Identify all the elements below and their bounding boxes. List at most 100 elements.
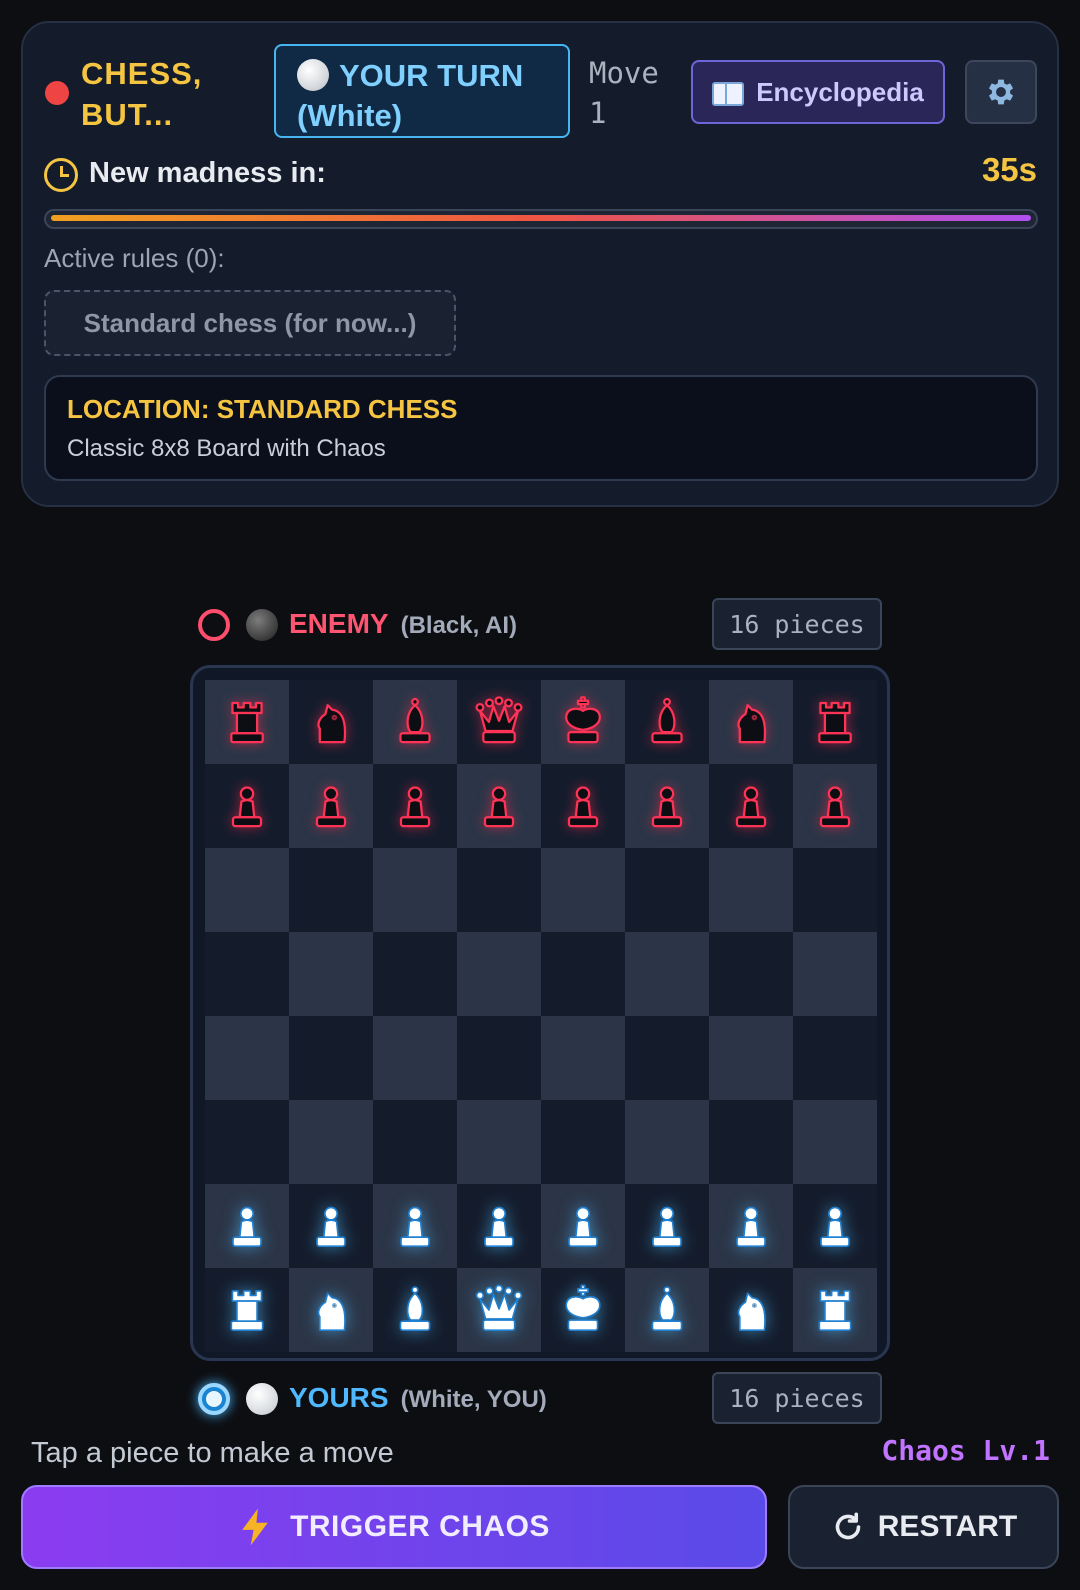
rule-chip: Standard chess (for now...) bbox=[44, 290, 456, 356]
board-square[interactable] bbox=[793, 1184, 877, 1268]
player-bishop-icon[interactable] bbox=[639, 1282, 695, 1338]
board-square[interactable] bbox=[709, 1268, 793, 1352]
move-hint: Tap a piece to make a move bbox=[31, 1437, 394, 1469]
chess-board-frame bbox=[190, 665, 890, 1361]
board-square[interactable] bbox=[205, 680, 289, 764]
board-square[interactable] bbox=[541, 1016, 625, 1100]
board-square[interactable] bbox=[793, 1100, 877, 1184]
board-square[interactable] bbox=[793, 1016, 877, 1100]
board-square[interactable] bbox=[709, 764, 793, 848]
trigger-chaos-button[interactable]: TRIGGER CHAOS bbox=[21, 1485, 767, 1569]
board-square[interactable] bbox=[289, 1268, 373, 1352]
move-label: Move bbox=[589, 56, 659, 90]
board-square[interactable] bbox=[709, 932, 793, 1016]
board-square[interactable] bbox=[373, 848, 457, 932]
board-square[interactable] bbox=[541, 848, 625, 932]
player-king-icon[interactable] bbox=[555, 1282, 611, 1338]
board-square[interactable] bbox=[625, 680, 709, 764]
player-knight-icon[interactable] bbox=[723, 1282, 779, 1338]
board-square[interactable] bbox=[205, 764, 289, 848]
board-square[interactable] bbox=[457, 848, 541, 932]
madness-timer-label: New madness in: bbox=[89, 157, 326, 189]
board-square[interactable] bbox=[205, 1268, 289, 1352]
board-square[interactable] bbox=[541, 1184, 625, 1268]
board-square[interactable] bbox=[373, 1100, 457, 1184]
board-square[interactable] bbox=[541, 1100, 625, 1184]
player-pawn-icon[interactable] bbox=[555, 1198, 611, 1254]
board-square[interactable] bbox=[793, 764, 877, 848]
board-square[interactable] bbox=[625, 764, 709, 848]
board-square[interactable] bbox=[457, 1184, 541, 1268]
board-square[interactable] bbox=[541, 932, 625, 1016]
player-pawn-icon[interactable] bbox=[639, 1198, 695, 1254]
board-square[interactable] bbox=[793, 932, 877, 1016]
board-square[interactable] bbox=[205, 1184, 289, 1268]
board-square[interactable] bbox=[457, 1268, 541, 1352]
enemy-bishop-icon bbox=[399, 697, 431, 744]
board-square[interactable] bbox=[709, 848, 793, 932]
board-square[interactable] bbox=[205, 932, 289, 1016]
board-square[interactable] bbox=[289, 764, 373, 848]
board-square[interactable] bbox=[709, 1016, 793, 1100]
chess-board[interactable] bbox=[205, 680, 877, 1352]
board-square[interactable] bbox=[793, 848, 877, 932]
board-square[interactable] bbox=[205, 1016, 289, 1100]
player-pawn-icon[interactable] bbox=[387, 1198, 443, 1254]
player-pawn-icon[interactable] bbox=[723, 1198, 779, 1254]
player-pawn-icon[interactable] bbox=[807, 1198, 863, 1254]
enemy-name-label: ENEMY bbox=[289, 608, 389, 639]
board-square[interactable] bbox=[625, 932, 709, 1016]
player-bishop-icon[interactable] bbox=[387, 1282, 443, 1338]
board-square[interactable] bbox=[457, 764, 541, 848]
board-square[interactable] bbox=[541, 1268, 625, 1352]
board-square[interactable] bbox=[541, 764, 625, 848]
board-square[interactable] bbox=[457, 680, 541, 764]
enemy-pawn-icon bbox=[819, 786, 851, 828]
board-square[interactable] bbox=[373, 1184, 457, 1268]
enemy-piece-count: 16 pieces bbox=[712, 598, 882, 650]
board-square[interactable] bbox=[373, 1268, 457, 1352]
board-square[interactable] bbox=[373, 932, 457, 1016]
white-disc-icon bbox=[246, 1383, 278, 1415]
board-square[interactable] bbox=[625, 1016, 709, 1100]
board-square[interactable] bbox=[289, 1100, 373, 1184]
board-square[interactable] bbox=[709, 1184, 793, 1268]
board-square[interactable] bbox=[793, 1268, 877, 1352]
board-square[interactable] bbox=[289, 680, 373, 764]
board-square[interactable] bbox=[289, 932, 373, 1016]
board-square[interactable] bbox=[457, 1016, 541, 1100]
board-square[interactable] bbox=[289, 848, 373, 932]
board-square[interactable] bbox=[457, 1100, 541, 1184]
enemy-pawn-icon bbox=[735, 786, 767, 828]
enemy-pawn-icon bbox=[651, 786, 683, 828]
board-square[interactable] bbox=[541, 680, 625, 764]
board-square[interactable] bbox=[373, 1016, 457, 1100]
board-square[interactable] bbox=[793, 680, 877, 764]
board-square[interactable] bbox=[625, 1268, 709, 1352]
settings-button[interactable] bbox=[965, 60, 1037, 124]
player-pawn-icon[interactable] bbox=[219, 1198, 275, 1254]
player-rook-icon[interactable] bbox=[219, 1282, 275, 1338]
player-knight-icon[interactable] bbox=[303, 1282, 359, 1338]
board-square[interactable] bbox=[709, 1100, 793, 1184]
encyclopedia-button[interactable]: Encyclopedia bbox=[691, 60, 945, 124]
board-square[interactable] bbox=[289, 1016, 373, 1100]
board-square[interactable] bbox=[625, 1184, 709, 1268]
board-square[interactable] bbox=[457, 932, 541, 1016]
player-pawn-icon[interactable] bbox=[303, 1198, 359, 1254]
board-square[interactable] bbox=[373, 764, 457, 848]
enemy-pawn-icon bbox=[231, 786, 263, 828]
board-square[interactable] bbox=[289, 1184, 373, 1268]
board-square[interactable] bbox=[205, 1100, 289, 1184]
board-square[interactable] bbox=[373, 680, 457, 764]
board-square[interactable] bbox=[625, 1100, 709, 1184]
player-queen-icon[interactable] bbox=[471, 1282, 527, 1338]
enemy-name: ENEMY (Black, AI) bbox=[289, 608, 517, 640]
restart-button[interactable]: RESTART bbox=[788, 1485, 1059, 1569]
board-square[interactable] bbox=[625, 848, 709, 932]
player-rook-icon[interactable] bbox=[807, 1282, 863, 1338]
enemy-king-icon bbox=[565, 696, 601, 744]
board-square[interactable] bbox=[205, 848, 289, 932]
board-square[interactable] bbox=[709, 680, 793, 764]
player-pawn-icon[interactable] bbox=[471, 1198, 527, 1254]
